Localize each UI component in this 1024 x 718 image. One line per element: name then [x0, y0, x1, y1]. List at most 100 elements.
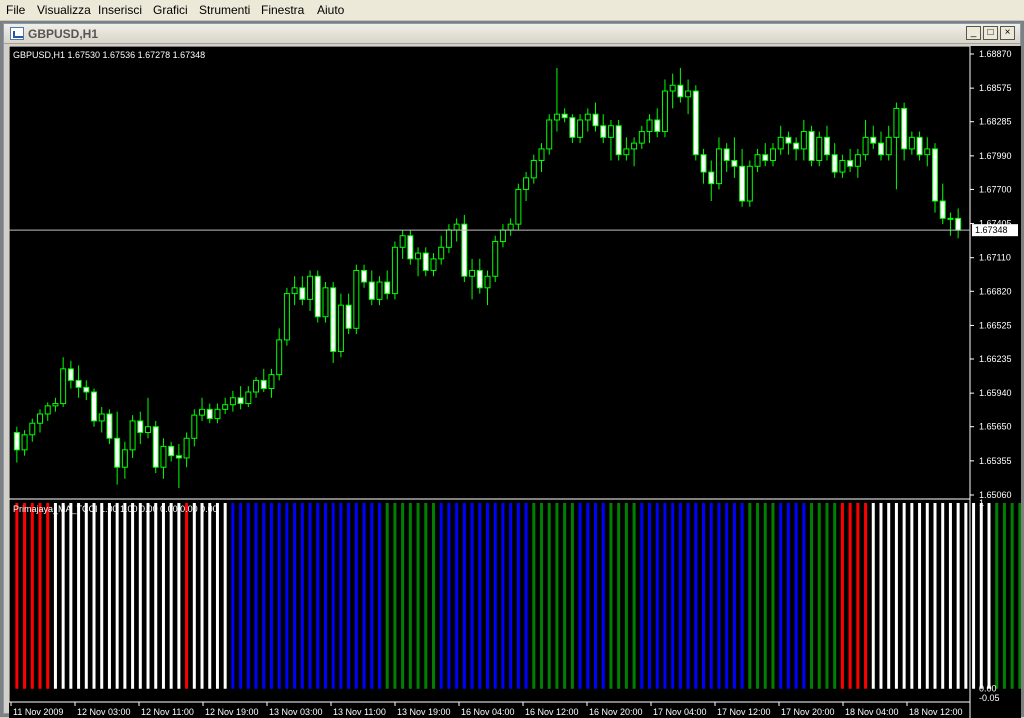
bear-candle-body: [314, 275, 321, 318]
time-tick-label: 16 Nov 04:00: [461, 707, 515, 717]
chart-titlebar[interactable]: GBPUSD,H1 _ □ ×: [4, 24, 1020, 44]
time-tick-label: 12 Nov 11:00: [141, 707, 194, 717]
time-tick-label: 11 Nov 2009: [13, 707, 63, 717]
menu-file[interactable]: File: [6, 3, 25, 17]
bear-candle-body: [708, 171, 715, 185]
minimize-button[interactable]: _: [966, 26, 981, 40]
bull-candle-body: [399, 235, 406, 248]
price-tick-label: 1.68285: [979, 117, 1012, 127]
bear-candle-body: [870, 136, 877, 144]
price-tick-label: 1.68870: [979, 49, 1012, 59]
bull-candle-body: [21, 434, 28, 451]
bear-candle-body: [700, 154, 707, 173]
bear-candle-body: [67, 368, 74, 381]
bear-candle-body: [931, 148, 938, 202]
bull-candle-body: [538, 148, 545, 161]
price-tick-label: 1.67700: [979, 184, 1012, 194]
close-button[interactable]: ×: [1000, 26, 1015, 40]
bear-candle-body: [739, 165, 746, 202]
bear-candle-body: [569, 117, 576, 138]
bear-candle-body: [368, 281, 375, 300]
bear-candle-body: [476, 269, 483, 289]
bear-candle-body: [345, 304, 352, 329]
bull-candle-body: [669, 84, 676, 92]
time-tick-label: 12 Nov 03:00: [77, 707, 131, 717]
bear-candle-body: [175, 455, 182, 459]
bear-candle-body: [237, 397, 244, 405]
bull-candle-body: [44, 405, 51, 415]
bull-candle-body: [908, 136, 915, 150]
bull-candle-body: [322, 287, 329, 318]
bull-candle-body: [607, 125, 614, 138]
bull-candle-body: [160, 445, 167, 468]
bull-candle-body: [337, 304, 344, 352]
bear-candle-body: [785, 136, 792, 144]
bull-candle-body: [52, 403, 59, 407]
bull-candle-body: [453, 223, 460, 231]
time-tick-label: 17 Nov 20:00: [781, 707, 835, 717]
bear-candle-body: [330, 287, 337, 352]
bull-candle-body: [492, 241, 499, 277]
bear-candle-body: [260, 379, 267, 390]
bear-candle-body: [75, 379, 82, 388]
bear-candle-body: [615, 125, 622, 156]
time-tick-label: 18 Nov 04:00: [845, 707, 899, 717]
bull-candle-body: [715, 148, 722, 185]
bear-candle-body: [114, 437, 121, 468]
menu-strumenti[interactable]: Strumenti: [199, 3, 250, 17]
bull-candle-body: [445, 229, 452, 248]
bear-candle-body: [600, 125, 607, 138]
price-tick-label: 1.66525: [979, 320, 1012, 330]
menu-visualizza[interactable]: Visualizza: [37, 3, 91, 17]
bear-candle-body: [137, 420, 144, 433]
bull-candle-body: [839, 159, 846, 173]
price-tick-label: 1.68575: [979, 83, 1012, 93]
bull-candle-body: [438, 246, 445, 260]
bear-candle-body: [91, 391, 98, 422]
bull-candle-body: [777, 136, 784, 150]
bear-candle-body: [299, 287, 306, 300]
time-tick-label: 16 Nov 20:00: [589, 707, 643, 717]
bull-candle-body: [623, 148, 630, 156]
bull-candle-body: [121, 449, 128, 468]
bear-candle-body: [654, 119, 661, 133]
bull-candle-body: [685, 90, 692, 98]
candlestick-chart[interactable]: 1.688701.685751.682851.679901.677001.674…: [9, 46, 1021, 718]
bear-candle-body: [206, 408, 213, 420]
maximize-button[interactable]: □: [983, 26, 998, 40]
bull-candle-body: [353, 269, 360, 329]
time-tick-label: 17 Nov 12:00: [717, 707, 771, 717]
bull-candle-body: [499, 229, 506, 243]
bull-candle-body: [253, 379, 260, 393]
menu-finestra[interactable]: Finestra: [261, 3, 304, 17]
bull-candle-body: [754, 154, 761, 167]
bull-candle-body: [800, 131, 807, 150]
bear-candle-body: [793, 142, 800, 150]
bull-candle-body: [391, 246, 398, 295]
indicator-info-label: Primajaya_MA_TCCI 1.00 1.00 0.00 0.00 0.…: [13, 504, 218, 514]
bull-candle-body: [746, 165, 753, 202]
bull-candle-body: [214, 408, 221, 420]
chart-area[interactable]: 1.68870 1.68575 1.68285 1.67990 1.67700 1.674…: [9, 46, 1021, 718]
bull-candle-body: [947, 217, 954, 220]
bull-candle-body: [577, 119, 584, 138]
bear-candle-body: [407, 235, 414, 260]
price-tick-label: 1.65940: [979, 388, 1012, 398]
bull-candle-body: [199, 408, 206, 416]
time-tick-label: 17 Nov 04:00: [653, 707, 707, 717]
bull-candle-body: [430, 258, 437, 271]
price-tick-label: 1.66820: [979, 286, 1012, 296]
menu-aiuto[interactable]: Aiuto: [317, 3, 344, 17]
bear-candle-body: [677, 84, 684, 98]
bull-candle-body: [515, 188, 522, 225]
bear-candle-body: [762, 154, 769, 161]
bear-candle-body: [461, 223, 468, 277]
menu-inserisci[interactable]: Inserisci: [98, 3, 142, 17]
bull-candle-body: [268, 374, 275, 390]
menu-bar: File Visualizza Inserisci Grafici Strume…: [0, 0, 1024, 21]
bear-candle-body: [384, 281, 391, 295]
bull-candle-body: [29, 422, 36, 436]
chart-window-title: GBPUSD,H1: [28, 27, 99, 41]
menu-grafici[interactable]: Grafici: [153, 3, 188, 17]
bull-candle-body: [484, 275, 491, 289]
